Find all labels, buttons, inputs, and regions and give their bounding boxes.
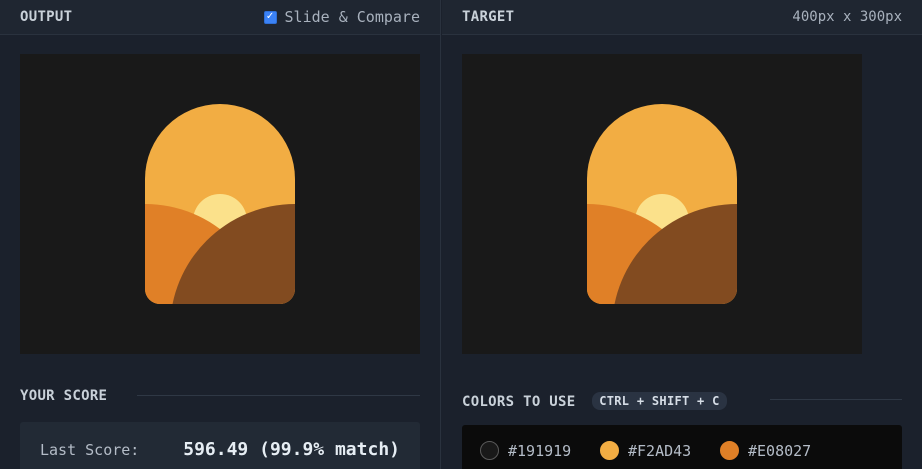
target-canvas <box>462 54 862 354</box>
slide-compare-label: Slide & Compare <box>284 8 420 26</box>
color-swatch[interactable]: #E08027 <box>720 441 811 460</box>
slide-compare-toggle[interactable]: ✓ Slide & Compare <box>263 8 420 26</box>
colors-title: COLORS TO USE CTRL + SHIFT + C <box>462 392 727 410</box>
output-panel: OUTPUT ✓ Slide & Compare YOUR SCORE Last… <box>0 0 441 469</box>
copy-colors-shortcut: CTRL + SHIFT + C <box>592 392 727 410</box>
last-score-label: Last Score: <box>40 441 140 459</box>
color-swatch[interactable]: #F2AD43 <box>600 441 691 460</box>
colors-divider <box>770 399 902 400</box>
last-score-value: 596.49 (99.9% match) <box>183 439 400 460</box>
score-divider <box>137 395 420 396</box>
target-title: TARGET <box>462 9 515 25</box>
slide-compare-checkbox[interactable]: ✓ <box>263 10 277 24</box>
target-artwork <box>462 54 862 354</box>
output-canvas[interactable] <box>20 54 420 354</box>
color-hex[interactable]: #F2AD43 <box>628 442 691 460</box>
output-title: OUTPUT <box>20 9 73 25</box>
target-panel: TARGET 400px x 300px COLORS TO USE CTRL … <box>442 0 922 469</box>
output-artwork <box>20 54 420 354</box>
output-header: OUTPUT ✓ Slide & Compare <box>0 0 440 35</box>
colors-box: #191919 #F2AD43 #E08027 <box>462 425 902 469</box>
target-header: TARGET 400px x 300px <box>442 0 922 35</box>
color-hex[interactable]: #E08027 <box>748 442 811 460</box>
color-dot[interactable] <box>600 441 619 460</box>
color-hex[interactable]: #191919 <box>508 442 571 460</box>
score-box: Last Score: 596.49 (99.9% match) <box>20 422 420 469</box>
color-dot[interactable] <box>480 441 499 460</box>
color-swatch[interactable]: #191919 <box>480 441 571 460</box>
colors-title-text: COLORS TO USE <box>462 394 576 410</box>
color-dot[interactable] <box>720 441 739 460</box>
target-dimensions: 400px x 300px <box>792 9 902 25</box>
score-title: YOUR SCORE <box>20 388 108 404</box>
